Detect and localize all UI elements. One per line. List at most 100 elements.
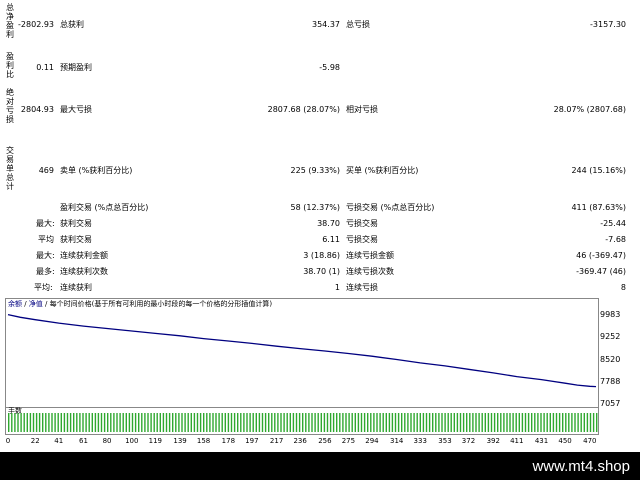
volume-bar bbox=[116, 413, 118, 432]
volume-bar bbox=[181, 413, 183, 432]
volume-bar bbox=[221, 413, 223, 432]
volume-bar bbox=[596, 413, 598, 432]
volume-bar bbox=[144, 413, 146, 432]
volume-bar bbox=[329, 413, 332, 432]
volume-bar bbox=[367, 413, 369, 432]
volume-bar bbox=[323, 413, 326, 432]
volume-bar bbox=[490, 413, 493, 432]
volume-bar bbox=[66, 413, 69, 432]
volume-bar bbox=[165, 413, 168, 432]
volume-bar bbox=[444, 413, 446, 432]
volume-bar bbox=[20, 413, 22, 432]
volume-bar bbox=[199, 413, 202, 432]
volume-bar bbox=[571, 413, 573, 432]
volume-bar bbox=[162, 413, 165, 432]
volume-bar bbox=[521, 413, 524, 432]
volume-bar bbox=[178, 413, 180, 432]
volume-bar bbox=[580, 413, 582, 432]
volume-bar bbox=[218, 413, 220, 432]
volume-bar bbox=[63, 413, 66, 432]
volume-bar bbox=[227, 413, 230, 432]
volume-bar bbox=[298, 413, 301, 432]
volume-bar bbox=[534, 413, 536, 432]
x-tick-label: 178 bbox=[221, 437, 236, 445]
volume-bar bbox=[57, 413, 59, 432]
volume-bar bbox=[462, 413, 465, 432]
volume-bar bbox=[524, 413, 527, 432]
volume-bar bbox=[76, 413, 78, 432]
volume-bar bbox=[589, 413, 592, 432]
volume-bar bbox=[332, 413, 335, 432]
y-tick-label: 9252 bbox=[600, 332, 621, 342]
volume-bar bbox=[484, 413, 486, 432]
volume-bar bbox=[453, 413, 455, 432]
x-tick-label: 217 bbox=[269, 437, 284, 445]
volume-bar bbox=[45, 413, 47, 432]
volume-bar bbox=[209, 413, 211, 432]
volume-bar bbox=[351, 413, 353, 432]
volume-bar bbox=[82, 413, 84, 432]
volume-bar bbox=[224, 413, 226, 432]
volume-bar bbox=[336, 413, 338, 432]
x-tick-label: 236 bbox=[293, 437, 307, 445]
volume-bar bbox=[237, 413, 239, 432]
volume-bar bbox=[122, 413, 124, 432]
volume-bar bbox=[537, 413, 539, 432]
x-tick-label: 256 bbox=[318, 437, 332, 445]
volume-bar bbox=[150, 413, 152, 432]
volume-bar bbox=[73, 413, 75, 432]
volume-bar bbox=[42, 413, 44, 432]
volume-bar bbox=[456, 413, 459, 432]
volume-bar bbox=[425, 413, 428, 432]
volume-bar bbox=[391, 413, 394, 432]
volume-bar bbox=[459, 413, 462, 432]
volume-bar bbox=[32, 413, 35, 432]
volume-bar bbox=[543, 413, 545, 432]
volume-bar bbox=[168, 413, 171, 432]
volume-bar bbox=[342, 413, 344, 432]
x-tick-label: 22 bbox=[30, 437, 40, 445]
volume-bar bbox=[540, 413, 542, 432]
volume-bar bbox=[500, 413, 502, 432]
volume-bar bbox=[388, 413, 391, 432]
x-tick-label: 353 bbox=[438, 437, 452, 445]
volume-bar bbox=[131, 413, 134, 432]
volume-bar bbox=[586, 413, 589, 432]
volume-bar bbox=[26, 413, 28, 432]
volume-bar bbox=[562, 413, 564, 432]
volume-bar bbox=[546, 413, 548, 432]
volume-bar bbox=[107, 413, 109, 432]
volume-bar bbox=[385, 413, 387, 432]
volume-bar bbox=[317, 413, 319, 432]
volume-bar bbox=[230, 413, 233, 432]
volume-bar bbox=[466, 413, 468, 432]
x-tick-label: 61 bbox=[79, 437, 88, 445]
volume-bar bbox=[308, 413, 310, 432]
volume-bar bbox=[187, 413, 189, 432]
volume-bar bbox=[583, 413, 585, 432]
site-url[interactable]: www.mt4.shop bbox=[532, 458, 630, 476]
volume-bar bbox=[283, 413, 285, 432]
volume-bar bbox=[79, 413, 81, 432]
volume-bar bbox=[203, 413, 205, 432]
volume-bar bbox=[577, 413, 579, 432]
volume-bar bbox=[246, 413, 248, 432]
volume-bar bbox=[487, 413, 490, 432]
volume-bar bbox=[97, 413, 100, 432]
volume-bar bbox=[249, 413, 251, 432]
volume-bar bbox=[493, 413, 496, 432]
volume-bar bbox=[305, 413, 307, 432]
volume-bar bbox=[320, 413, 322, 432]
volume-bar bbox=[233, 413, 236, 432]
volume-bar bbox=[212, 413, 214, 432]
volume-bar bbox=[397, 413, 400, 432]
volume-bar bbox=[69, 413, 72, 432]
x-tick-label: 314 bbox=[390, 437, 404, 445]
volume-bar bbox=[354, 413, 356, 432]
volume-bar bbox=[413, 413, 415, 432]
volume-bar bbox=[509, 413, 511, 432]
volume-bar bbox=[268, 413, 270, 432]
volume-bar bbox=[274, 413, 276, 432]
volume-bar bbox=[469, 413, 471, 432]
volume-bar bbox=[258, 413, 261, 432]
